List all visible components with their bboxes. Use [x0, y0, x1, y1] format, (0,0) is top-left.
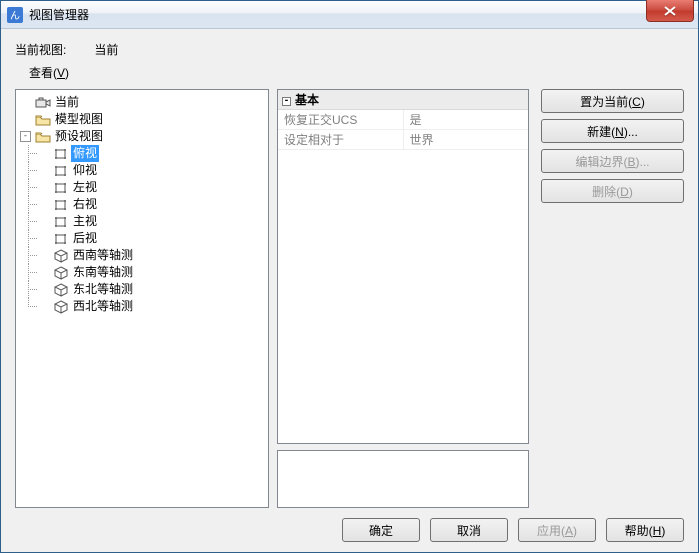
tree-spacer — [38, 267, 49, 278]
tree-item-icon — [53, 266, 69, 280]
tree-item-label: 西南等轴测 — [71, 247, 135, 264]
close-icon — [664, 6, 676, 16]
dialog-body: 当前视图: 当前 查看(V) 当前模型视图-预设视图俯视仰视左视右视主视后视西南… — [1, 29, 698, 552]
tree-spacer — [38, 216, 49, 227]
tree-item-label: 模型视图 — [53, 111, 105, 128]
main-row: 当前模型视图 - 预设视图俯视仰视左视右视主视后视西南等轴测东南等轴测东北等轴测西北… — [15, 89, 684, 508]
tree-item-icon — [35, 113, 51, 127]
group-label: 基本 — [295, 93, 319, 107]
tree-item-preset[interactable]: 东北等轴测 — [38, 281, 266, 298]
tree-spacer — [38, 284, 49, 295]
property-value[interactable]: 是 — [403, 110, 528, 130]
tree-item-icon — [53, 147, 69, 161]
properties-grid[interactable]: -基本 恢复正交UCS是设定相对于世界 — [277, 89, 529, 444]
tree-item-icon — [53, 215, 69, 229]
tree-item-label: 后视 — [71, 230, 99, 247]
side-buttons: 置为当前(C) 新建(N)... 编辑边界(B)... 删除(D) — [537, 89, 684, 508]
tree-item-label: 俯视 — [71, 145, 99, 162]
tree-item-icon — [35, 96, 51, 110]
tree-item-label: 西北等轴测 — [71, 298, 135, 315]
ok-button[interactable]: 确定 — [342, 518, 420, 542]
tree-item-icon — [53, 283, 69, 297]
help-button[interactable]: 帮助(H) — [606, 518, 684, 542]
tree-spacer — [20, 114, 31, 125]
property-group[interactable]: -基本 — [278, 90, 528, 110]
window-title: 视图管理器 — [29, 6, 89, 23]
property-row[interactable]: 设定相对于世界 — [278, 130, 528, 150]
tree-spacer — [20, 97, 31, 108]
tree-item-preset[interactable]: 右视 — [38, 196, 266, 213]
apply-button: 应用(A) — [518, 518, 596, 542]
description-box — [277, 450, 529, 508]
tree-item-preset[interactable]: 俯视 — [38, 145, 266, 162]
tree-spacer — [38, 233, 49, 244]
tree-item-icon — [53, 300, 69, 314]
current-view-label: 当前视图: — [15, 41, 66, 58]
view-menu[interactable]: 查看(V) — [29, 64, 684, 81]
tree-spacer — [38, 199, 49, 210]
tree-spacer — [38, 165, 49, 176]
app-icon: ん — [7, 7, 23, 23]
view-tree[interactable]: 当前模型视图 - 预设视图俯视仰视左视右视主视后视西南等轴测东南等轴测东北等轴测西北… — [15, 89, 269, 508]
current-view-value: 当前 — [94, 41, 118, 58]
tree-item-icon — [53, 249, 69, 263]
tree-item-preset[interactable]: 西北等轴测 — [38, 298, 266, 315]
tree-item-preset[interactable]: 主视 — [38, 213, 266, 230]
properties-column: -基本 恢复正交UCS是设定相对于世界 — [277, 89, 529, 508]
cancel-button[interactable]: 取消 — [430, 518, 508, 542]
delete-button: 删除(D) — [541, 179, 684, 203]
tree-item-preset[interactable]: 西南等轴测 — [38, 247, 266, 264]
tree-item-label: 东北等轴测 — [71, 281, 135, 298]
titlebar[interactable]: ん 视图管理器 — [1, 1, 698, 29]
tree-item-label: 主视 — [71, 213, 99, 230]
dialog-window: ん 视图管理器 当前视图: 当前 查看(V) 当前模型视图-预设视图俯视仰视左视… — [0, 0, 699, 553]
tree-item-icon — [53, 198, 69, 212]
tree-item-label: 当前 — [53, 94, 81, 111]
collapse-icon[interactable]: - — [282, 97, 291, 106]
tree-item-preset[interactable]: 左视 — [38, 179, 266, 196]
tree-item-icon — [35, 130, 51, 144]
tree-item-preset-views[interactable]: - 预设视图 — [20, 128, 266, 145]
edit-bounds-button: 编辑边界(B)... — [541, 149, 684, 173]
new-button[interactable]: 新建(N)... — [541, 119, 684, 143]
tree-spacer — [38, 301, 49, 312]
set-current-button[interactable]: 置为当前(C) — [541, 89, 684, 113]
tree-item-preset[interactable]: 东南等轴测 — [38, 264, 266, 281]
tree-spacer — [38, 182, 49, 193]
tree-item-icon — [53, 181, 69, 195]
dialog-footer: 确定 取消 应用(A) 帮助(H) — [15, 508, 684, 542]
property-name: 恢复正交UCS — [278, 110, 403, 130]
tree-item-preset[interactable]: 后视 — [38, 230, 266, 247]
tree-item-current[interactable]: 当前 — [20, 94, 266, 111]
close-button[interactable] — [646, 0, 694, 22]
tree-item-model-views[interactable]: 模型视图 — [20, 111, 266, 128]
tree-spacer — [38, 148, 49, 159]
tree-item-preset[interactable]: 仰视 — [38, 162, 266, 179]
tree-item-label: 仰视 — [71, 162, 99, 179]
tree-item-label: 左视 — [71, 179, 99, 196]
property-name: 设定相对于 — [278, 130, 403, 150]
collapse-icon[interactable]: - — [20, 131, 31, 142]
tree-item-label: 预设视图 — [53, 128, 105, 145]
current-view-row: 当前视图: 当前 — [15, 41, 684, 58]
tree-item-label: 右视 — [71, 196, 99, 213]
property-value[interactable]: 世界 — [403, 130, 528, 150]
tree-item-label: 东南等轴测 — [71, 264, 135, 281]
property-row[interactable]: 恢复正交UCS是 — [278, 110, 528, 130]
tree-item-icon — [53, 164, 69, 178]
tree-item-icon — [53, 232, 69, 246]
tree-spacer — [38, 250, 49, 261]
